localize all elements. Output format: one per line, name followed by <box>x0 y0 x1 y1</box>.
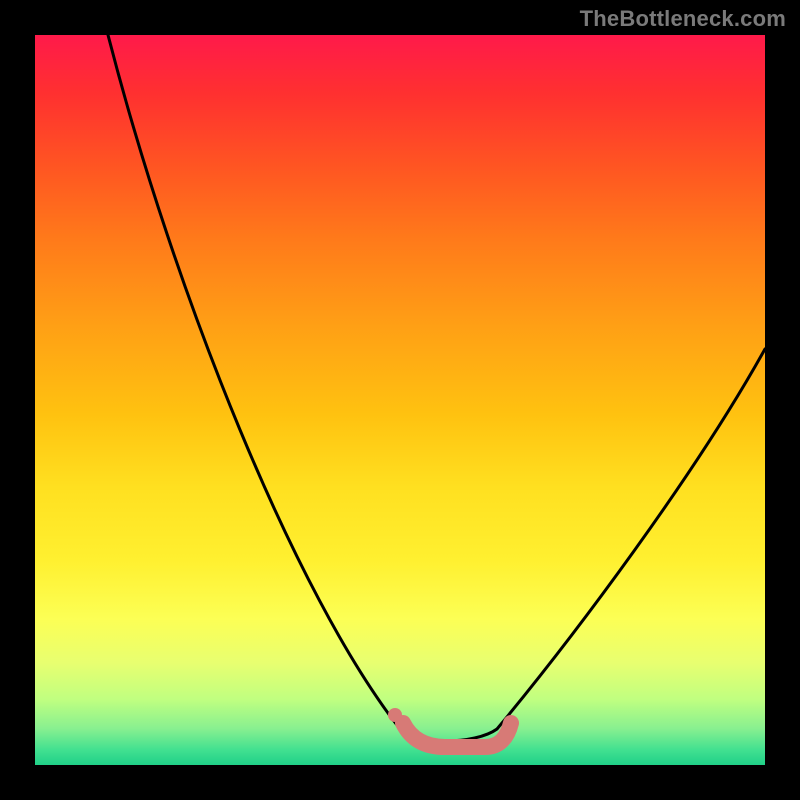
chart-frame: TheBottleneck.com <box>0 0 800 800</box>
bottleneck-curve <box>35 35 765 765</box>
curve-path <box>108 35 765 741</box>
plateau-dot <box>388 708 402 722</box>
plot-area <box>35 35 765 765</box>
plateau-blob <box>403 723 511 747</box>
watermark-text: TheBottleneck.com <box>580 6 786 32</box>
